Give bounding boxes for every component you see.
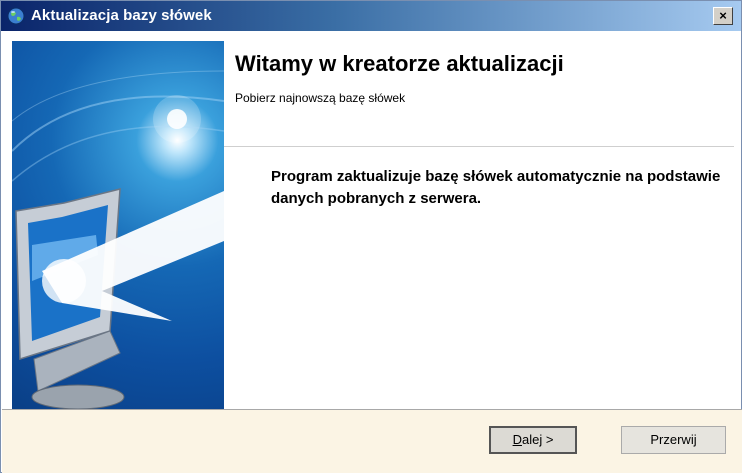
side-illustration [12, 41, 224, 409]
page-title: Witamy w kreatorze aktualizacji [235, 51, 564, 76]
window-title: Aktualizacja bazy słówek [31, 7, 212, 24]
wizard-window: Aktualizacja bazy słówek × Witamy w krea… [0, 0, 742, 473]
next-button[interactable]: Dalej > [489, 426, 577, 454]
next-accelerator: D [512, 432, 522, 447]
next-label: alej > [521, 432, 554, 447]
header-divider [224, 146, 734, 147]
close-icon: × [719, 8, 727, 23]
globe-icon [7, 7, 25, 25]
cancel-button[interactable]: Przerwij [621, 426, 726, 454]
description-text: Program zaktualizuje bazę słówek automat… [271, 168, 721, 207]
title-bar[interactable]: Aktualizacja bazy słówek × [1, 1, 741, 31]
page-subtitle: Pobierz najnowszą bazę słówek [235, 91, 406, 105]
monitor-illustration [12, 70, 224, 409]
close-button[interactable]: × [713, 7, 733, 25]
